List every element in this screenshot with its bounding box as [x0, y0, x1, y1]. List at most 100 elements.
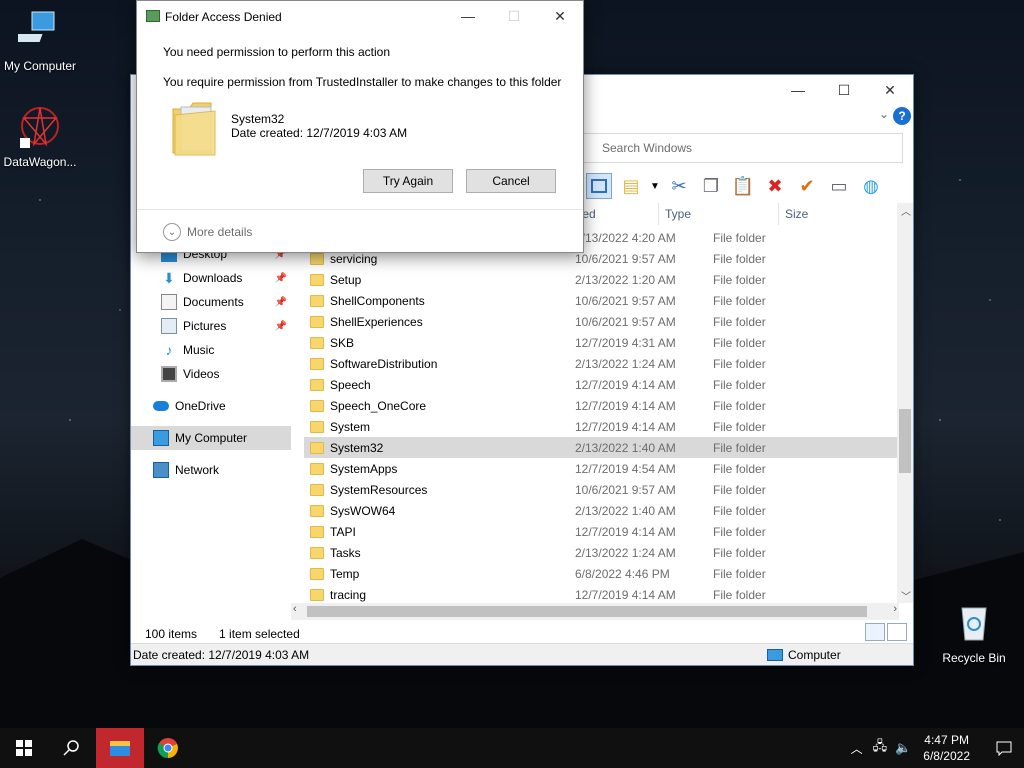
start-button[interactable]	[0, 728, 48, 768]
desktop-icon-recycle-bin[interactable]: Recycle Bin	[934, 600, 1014, 665]
taskbar: ︿ 🖧 🔈 4:47 PM 6/8/2022	[0, 728, 1024, 768]
file-row[interactable]: System 12/7/2019 4:14 AM File folder	[304, 416, 898, 437]
file-date-cell: 12/7/2019 4:14 AM	[575, 377, 676, 392]
scroll-up-icon[interactable]: ︿	[901, 203, 911, 218]
picture-icon	[161, 318, 177, 334]
volume-icon[interactable]: 🔈	[891, 740, 915, 756]
folder-icon	[310, 315, 324, 328]
delete-icon[interactable]: ✖	[762, 173, 788, 199]
file-row[interactable]: SystemApps 12/7/2019 4:54 AM File folder	[304, 458, 898, 479]
nav-item-downloads[interactable]: ⬇ Downloads 📌	[131, 266, 291, 290]
scroll-left-icon[interactable]: ‹	[293, 603, 297, 615]
scroll-down-icon[interactable]: ﹀	[901, 588, 911, 603]
nav-item-documents[interactable]: Documents 📌	[131, 290, 291, 314]
paste-icon[interactable]: 📋	[730, 173, 756, 199]
large-icons-view-icon[interactable]	[887, 623, 907, 641]
taskbar-chrome[interactable]	[144, 728, 192, 768]
notifications-icon[interactable]	[984, 740, 1024, 756]
clock[interactable]: 4:47 PM 6/8/2022	[923, 732, 970, 764]
nav-item-onedrive[interactable]: OneDrive	[131, 394, 291, 418]
file-row[interactable]: Speech 12/7/2019 4:14 AM File folder	[304, 374, 898, 395]
file-name-cell: Tasks	[304, 546, 574, 560]
nav-item-videos[interactable]: Videos	[131, 362, 291, 386]
file-type-cell: File folder	[713, 377, 766, 392]
file-name-cell: ShellExperiences	[304, 315, 574, 329]
column-type[interactable]: Type	[659, 203, 779, 225]
file-row[interactable]: System32 2/13/2022 1:40 AM File folder	[304, 437, 898, 458]
dialog-detail: You require permission from TrustedInsta…	[163, 75, 562, 89]
minimize-button[interactable]: —	[445, 1, 491, 31]
toolbar: ▤ ▼ ✂ ❐ 📋 ✖ ✔ ▭ ◍	[586, 171, 915, 201]
file-explorer-icon	[110, 741, 130, 756]
scrollbar-thumb[interactable]	[899, 409, 911, 473]
dialog-app-icon	[146, 10, 160, 22]
more-details-toggle[interactable]: ⌄ More details	[163, 223, 252, 241]
network-icon[interactable]: 🖧	[869, 737, 892, 759]
preview-pane-icon[interactable]	[586, 173, 612, 199]
file-row[interactable]: SKB 12/7/2019 4:31 AM File folder	[304, 332, 898, 353]
properties-icon[interactable]: ▤	[618, 173, 644, 199]
close-button[interactable]: ✕	[867, 75, 913, 105]
folder-icon	[310, 504, 324, 517]
help-icon[interactable]: ?	[893, 107, 911, 125]
computer-icon	[9, 11, 55, 42]
file-row[interactable]: SysWOW64 2/13/2022 1:40 AM File folder	[304, 500, 898, 521]
maximize-button[interactable]: ☐	[821, 75, 867, 105]
file-row[interactable]: ShellExperiences 10/6/2021 9:57 AM File fo…	[304, 311, 898, 332]
file-type-cell: File folder	[713, 545, 766, 560]
check-icon[interactable]: ✔	[794, 173, 820, 199]
file-row[interactable]: Temp 6/8/2022 4:46 PM File folder	[304, 563, 898, 584]
nav-item-my-computer[interactable]: My Computer	[131, 426, 291, 450]
details-view-icon[interactable]	[865, 623, 885, 641]
search-input[interactable]: Search Windows	[581, 133, 903, 163]
globe-icon[interactable]: ◍	[858, 173, 884, 199]
file-name-cell: Speech	[304, 378, 574, 392]
search-button[interactable]	[48, 728, 96, 768]
file-name-cell: System	[304, 420, 574, 434]
nav-item-pictures[interactable]: Pictures 📌	[131, 314, 291, 338]
scroll-right-icon[interactable]: ›	[893, 603, 897, 615]
chevron-down-icon[interactable]: ⌄	[879, 107, 889, 121]
nav-item-network[interactable]: Network	[131, 458, 291, 482]
try-again-button[interactable]: Try Again	[363, 169, 453, 193]
folder-icon	[310, 399, 324, 412]
column-size[interactable]: Size	[779, 203, 849, 225]
nav-item-music[interactable]: ♪ Music	[131, 338, 291, 362]
file-row[interactable]: SoftwareDistribution 2/13/2022 1:24 AM Fil…	[304, 353, 898, 374]
folder-icon	[310, 252, 324, 265]
taskbar-file-explorer[interactable]	[96, 728, 144, 768]
minimize-button[interactable]: —	[775, 75, 821, 105]
file-row[interactable]: SystemResources 10/6/2021 9:57 AM File fol…	[304, 479, 898, 500]
file-type-cell: File folder	[713, 314, 766, 329]
cut-icon[interactable]: ✂	[666, 173, 692, 199]
dialog-title: Folder Access Denied	[165, 10, 282, 24]
computer-icon	[767, 648, 783, 661]
horizontal-scrollbar[interactable]: ‹ ›	[291, 603, 899, 620]
folder-icon	[310, 420, 324, 433]
folder-icon	[310, 357, 324, 370]
file-type-cell: File folder	[713, 524, 766, 539]
file-row[interactable]: Tasks 2/13/2022 1:24 AM File folder	[304, 542, 898, 563]
show-hidden-icons-icon[interactable]: ︿	[845, 740, 869, 757]
vertical-scrollbar[interactable]: ︿ ﹀	[897, 203, 913, 603]
copy-icon[interactable]: ❐	[698, 173, 724, 199]
file-row[interactable]: ShellComponents 10/6/2021 9:57 AM File fol…	[304, 290, 898, 311]
desktop-icon-datawagon[interactable]: DataWagon...	[0, 104, 80, 169]
location-indicator: Computer	[767, 648, 841, 662]
file-date-cell: 10/6/2021 9:57 AM	[575, 314, 676, 329]
file-row[interactable]: TAPI 12/7/2019 4:14 AM File folder	[304, 521, 898, 542]
dialog-message: You need permission to perform this acti…	[163, 45, 391, 59]
search-icon	[63, 740, 79, 756]
file-row[interactable]: Speech_OneCore 12/7/2019 4:14 AM File fold…	[304, 395, 898, 416]
file-date-cell: 10/6/2021 9:57 AM	[575, 293, 676, 308]
desktop-icon-label: My Computer	[3, 59, 77, 73]
scrollbar-thumb[interactable]	[307, 606, 867, 617]
rename-icon[interactable]: ▭	[826, 173, 852, 199]
file-row[interactable]: tracing 12/7/2019 4:14 AM File folder	[304, 584, 898, 605]
file-row[interactable]: Setup 2/13/2022 1:20 AM File folder	[304, 269, 898, 290]
file-date-cell: 2/13/2022 1:20 AM	[575, 272, 676, 287]
desktop-icon-my-computer[interactable]: My Computer	[0, 8, 80, 73]
close-button[interactable]: ✕	[537, 1, 583, 31]
dropdown-arrow-icon[interactable]: ▼	[650, 173, 660, 199]
cancel-button[interactable]: Cancel	[466, 169, 556, 193]
